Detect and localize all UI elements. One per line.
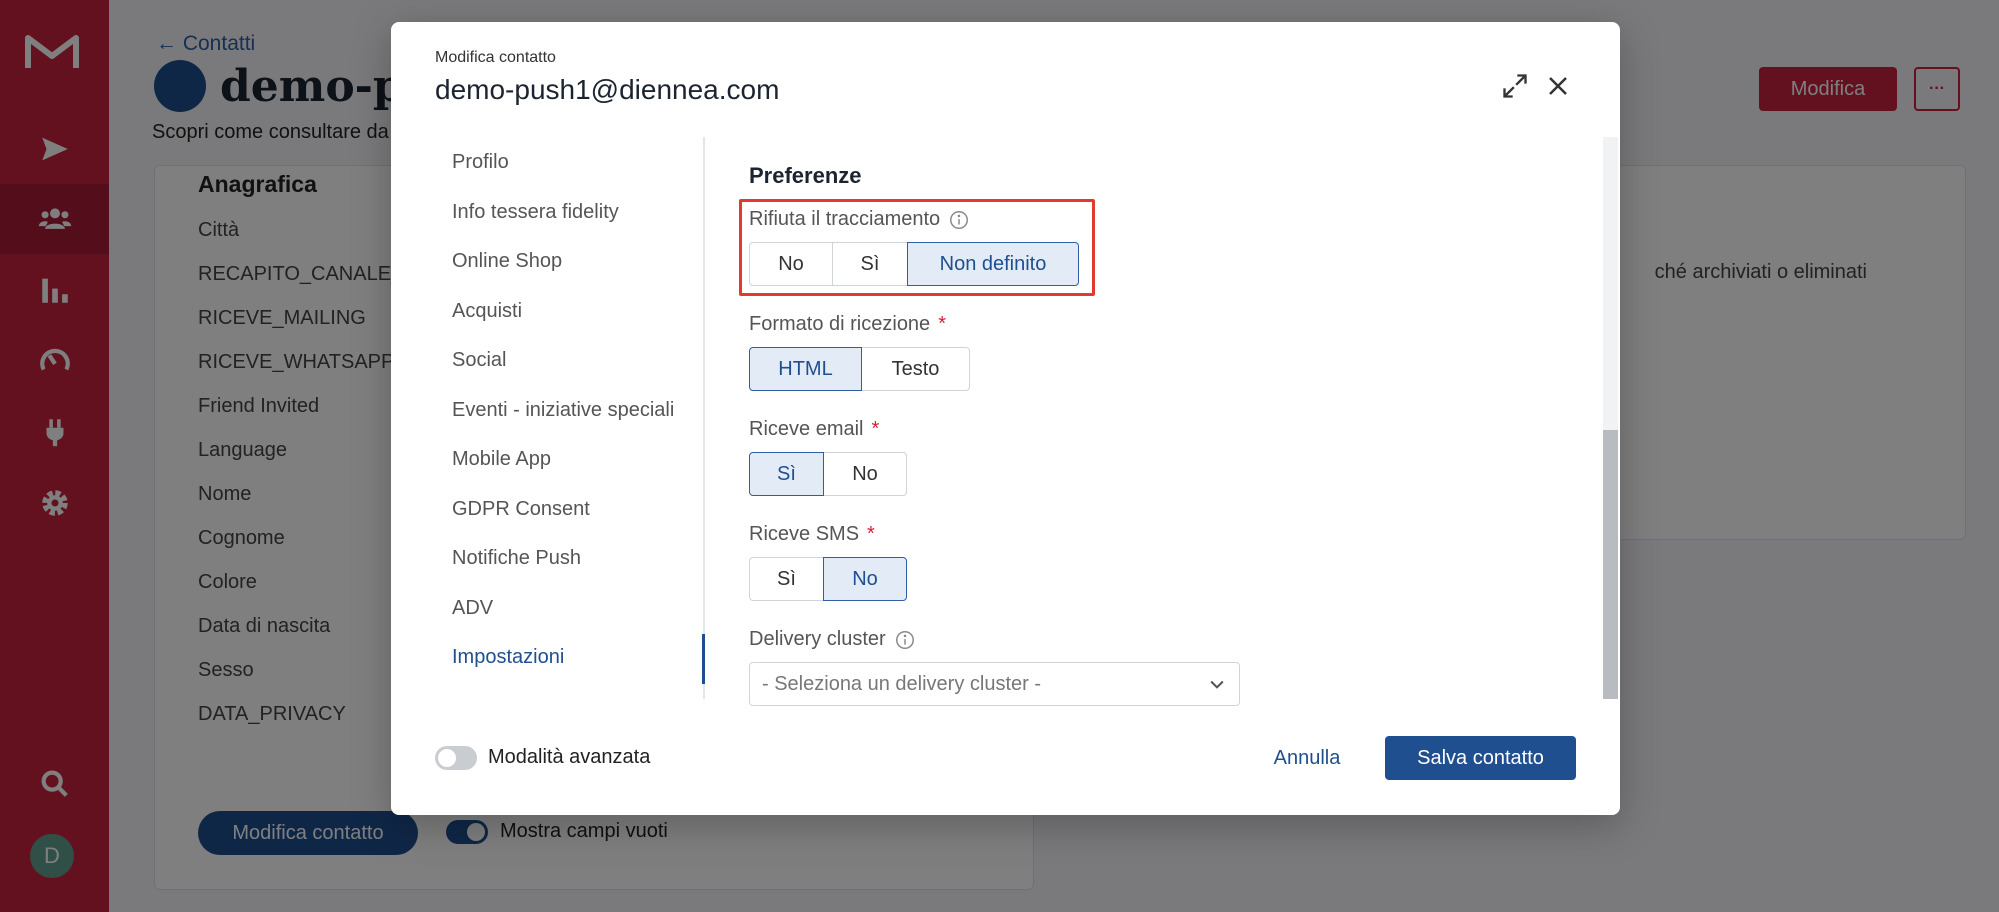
advanced-mode-label: Modalità avanzata: [488, 746, 651, 768]
required-marker: *: [938, 313, 946, 335]
section-title: Preferenze: [749, 163, 862, 188]
tracking-label-text: Rifiuta il tracciamento: [749, 208, 941, 230]
modal-nav-social[interactable]: Social: [452, 349, 506, 372]
sms-option-no[interactable]: No: [823, 557, 907, 601]
modal-nav-mobile-app[interactable]: Mobile App: [452, 448, 551, 471]
nav-active-indicator: [702, 634, 705, 684]
required-marker: *: [871, 418, 880, 440]
delivery-cluster-select[interactable]: - Seleziona un delivery cluster -: [749, 662, 1240, 706]
tracking-option-si[interactable]: Sì: [832, 242, 908, 286]
chevron-down-icon: [1210, 680, 1224, 689]
email-option-si[interactable]: Sì: [749, 452, 824, 496]
format-option-testo[interactable]: Testo: [861, 347, 970, 391]
close-icon: [1549, 77, 1567, 95]
email-label-text: Riceve email: [749, 418, 864, 440]
email-segmented: Sì No: [749, 452, 907, 496]
modal-nav-online-shop[interactable]: Online Shop: [452, 250, 562, 273]
info-icon[interactable]: [948, 209, 970, 231]
format-label-text: Formato di ricezione: [749, 313, 931, 335]
edit-contact-modal: Modifica contatto demo-push1@diennea.com…: [391, 22, 1620, 815]
delivery-cluster-placeholder: - Seleziona un delivery cluster -: [762, 672, 1042, 695]
tracking-segmented: No Sì Non definito: [749, 242, 1079, 286]
info-icon[interactable]: [894, 629, 916, 651]
delivery-label-text: Delivery cluster: [749, 628, 886, 650]
modal-nav-eventi[interactable]: Eventi - iniziative speciali: [452, 399, 674, 422]
modal-nav-fidelity[interactable]: Info tessera fidelity: [452, 201, 619, 224]
required-marker: *: [867, 523, 875, 545]
modal-nav-impostazioni[interactable]: Impostazioni: [452, 646, 564, 669]
expand-button[interactable]: [1495, 66, 1535, 106]
advanced-mode-toggle[interactable]: [435, 746, 477, 770]
modal-nav-profilo[interactable]: Profilo: [452, 151, 509, 174]
sms-label: Riceve SMS *: [749, 523, 875, 546]
nav-divider: [703, 137, 705, 699]
expand-icon: [1503, 74, 1527, 98]
tracking-option-no[interactable]: No: [749, 242, 833, 286]
modal-nav-adv[interactable]: ADV: [452, 597, 493, 620]
sms-option-si[interactable]: Sì: [749, 557, 824, 601]
sms-label-text: Riceve SMS: [749, 523, 860, 545]
modal-nav-notifiche-push[interactable]: Notifiche Push: [452, 547, 581, 570]
email-label: Riceve email *: [749, 418, 879, 441]
modal-title: demo-push1@diennea.com: [435, 74, 780, 105]
tracking-option-undefined[interactable]: Non definito: [907, 242, 1079, 286]
scrollbar-thumb[interactable]: [1603, 430, 1618, 699]
delivery-label: Delivery cluster: [749, 628, 916, 651]
email-option-no[interactable]: No: [823, 452, 907, 496]
tracking-label: Rifiuta il tracciamento: [749, 208, 970, 231]
format-segmented: HTML Testo: [749, 347, 970, 391]
modal-nav-acquisti[interactable]: Acquisti: [452, 300, 522, 323]
save-contact-button[interactable]: Salva contatto: [1385, 736, 1576, 780]
modal-kicker: Modifica contatto: [435, 49, 556, 66]
sms-segmented: Sì No: [749, 557, 907, 601]
close-button[interactable]: [1538, 66, 1578, 106]
cancel-button[interactable]: Annulla: [1257, 736, 1357, 780]
format-option-html[interactable]: HTML: [749, 347, 862, 391]
modal-nav-gdpr[interactable]: GDPR Consent: [452, 498, 590, 521]
format-label: Formato di ricezione *: [749, 313, 946, 336]
